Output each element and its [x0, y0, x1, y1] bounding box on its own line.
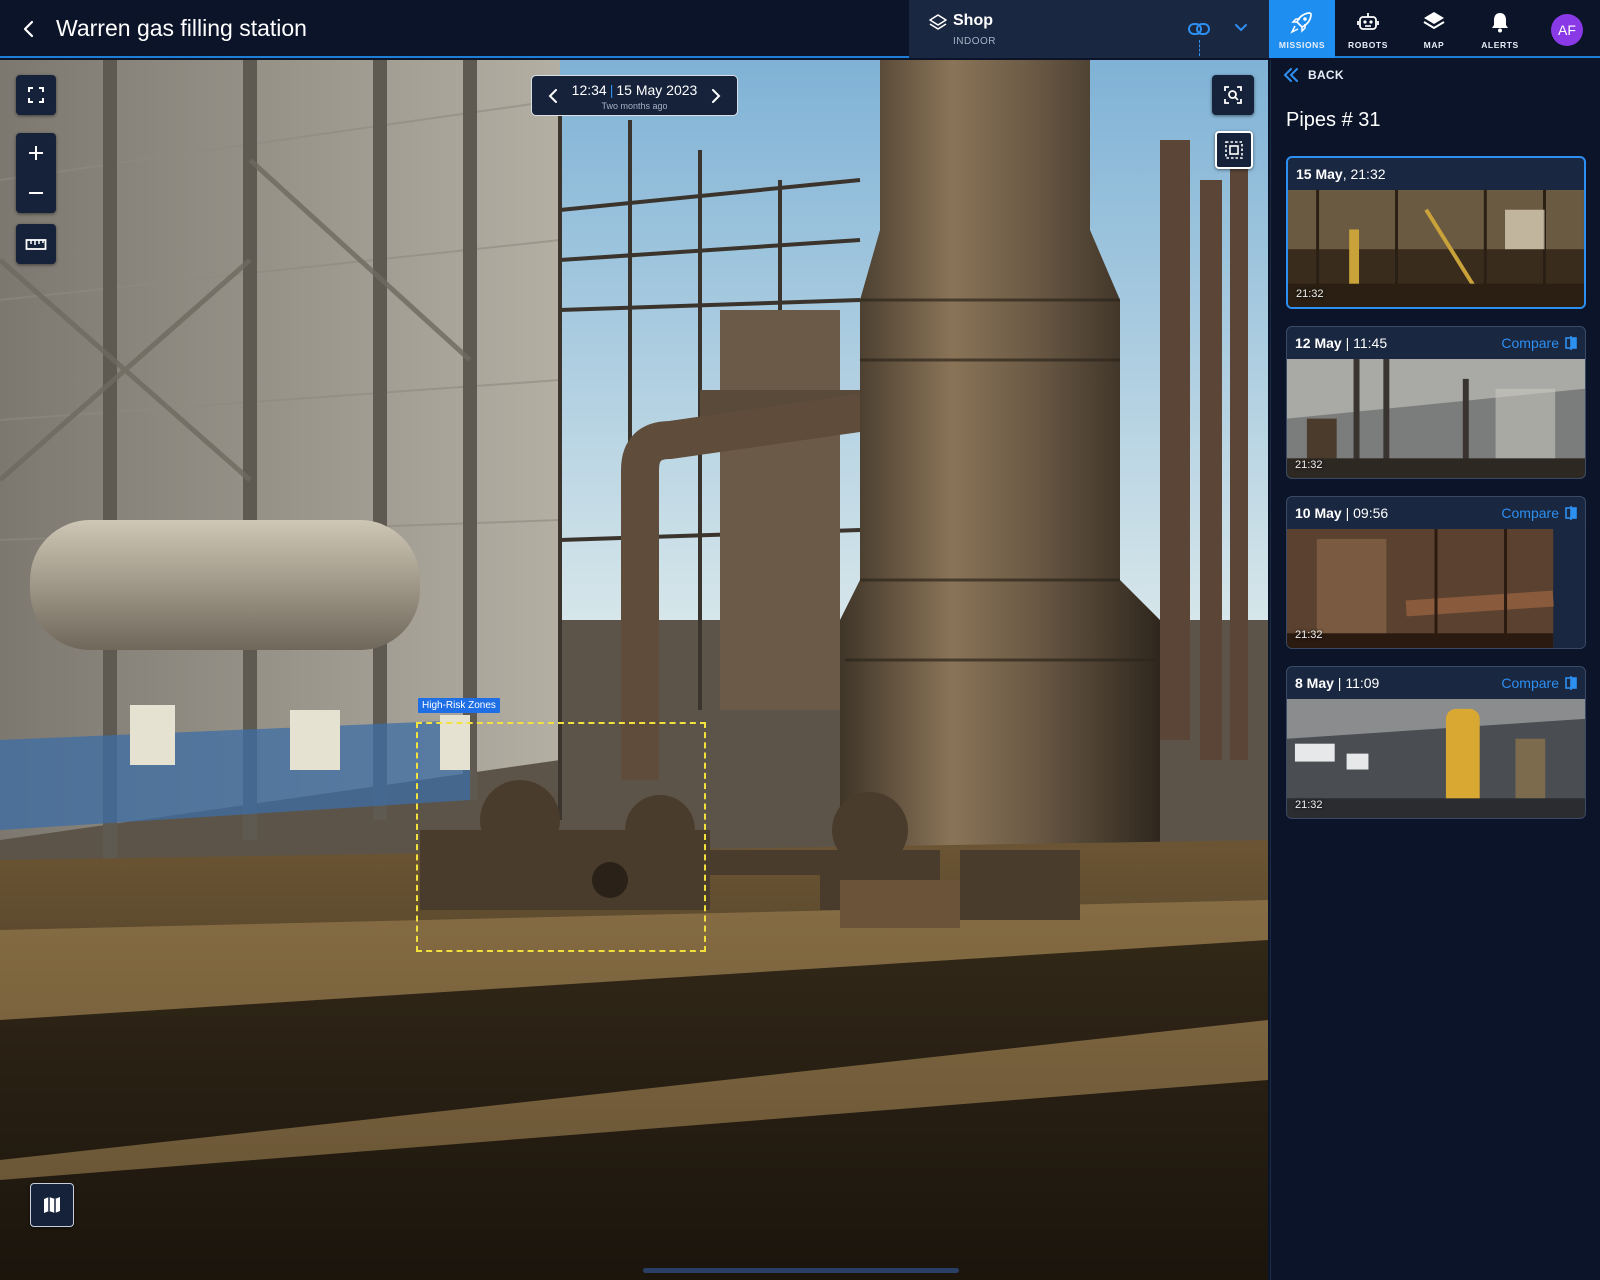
thumbnail-time: 21:32	[1295, 799, 1323, 811]
compare-button[interactable]: Compare	[1501, 675, 1577, 691]
next-capture-button[interactable]	[707, 87, 725, 105]
card-time: 21:32	[1350, 166, 1386, 182]
fullscreen-icon	[28, 87, 44, 103]
back-arrow-button[interactable]	[14, 14, 44, 44]
separator: |	[609, 82, 614, 98]
zoom-out-button[interactable]	[16, 173, 56, 213]
card-date: 12 May	[1295, 335, 1342, 351]
map-icon	[44, 1197, 60, 1213]
main-nav: MISSIONS ROBOTS MAP ALERTS	[1269, 0, 1533, 58]
chevron-left-icon	[23, 20, 34, 38]
capture-date: 15 May 2023	[616, 82, 698, 98]
ruler-icon	[25, 239, 47, 250]
card-date: 15 May	[1296, 166, 1343, 182]
panel-title: Pipes # 31	[1286, 109, 1381, 131]
card-time: 11:45	[1353, 335, 1388, 351]
minus-icon	[29, 192, 43, 194]
avatar[interactable]: AF	[1551, 14, 1583, 46]
layers-icon	[929, 14, 947, 30]
select-area-icon	[1225, 141, 1243, 159]
plus-icon	[29, 146, 43, 160]
nav-label: ALERTS	[1481, 40, 1519, 50]
card-separator: |	[1341, 335, 1354, 351]
rocket-icon	[1290, 12, 1312, 34]
chevron-down-icon[interactable]	[1231, 18, 1251, 38]
nav-label: ROBOTS	[1348, 40, 1388, 50]
nav-robots[interactable]: ROBOTS	[1335, 0, 1401, 58]
high-risk-zone-box[interactable]	[416, 722, 706, 952]
capture-time: 12:34	[571, 82, 607, 98]
nav-label: MAP	[1423, 40, 1445, 50]
panel-back-button[interactable]: BACK	[1283, 68, 1344, 82]
scan-search-icon	[1224, 86, 1242, 104]
card-date: 10 May	[1295, 505, 1342, 521]
horizontal-scrollbar[interactable]	[643, 1268, 959, 1273]
nav-alerts[interactable]: ALERTS	[1467, 0, 1533, 58]
layers-icon	[1423, 12, 1445, 30]
top-bar: Warren gas filling station Shop INDOOR M…	[0, 0, 1600, 58]
zone-label[interactable]: High-Risk Zones	[418, 698, 500, 713]
zoom-controls	[16, 133, 56, 213]
capture-card[interactable]: 10 May | 09:56 Compare 21:32	[1286, 496, 1586, 649]
capture-thumbnail	[1287, 699, 1585, 818]
zoom-in-button[interactable]	[16, 133, 56, 173]
compare-label: Compare	[1501, 675, 1559, 691]
card-separator: |	[1333, 675, 1346, 691]
card-separator: |	[1341, 505, 1354, 521]
capture-thumbnail	[1287, 359, 1585, 478]
timestamp-navigator: 12:34 | 15 May 2023 Two months ago	[531, 75, 738, 116]
factory-photo	[0, 60, 1268, 1280]
compare-icon	[1565, 676, 1577, 690]
back-label: BACK	[1308, 68, 1344, 82]
bell-icon	[1492, 13, 1508, 33]
compare-icon	[1565, 506, 1577, 520]
layer-type: INDOOR	[953, 36, 996, 47]
capture-card[interactable]: 8 May | 11:09 Compare 21:32	[1286, 666, 1586, 819]
capture-card[interactable]: 12 May | 11:45 Compare 21:32	[1286, 326, 1586, 479]
link-connector	[1199, 40, 1201, 56]
fullscreen-button[interactable]	[16, 75, 56, 115]
nav-missions[interactable]: MISSIONS	[1269, 0, 1335, 58]
capture-card[interactable]: 15 May, 21:32 21:32	[1286, 156, 1586, 309]
layer-name: Shop	[953, 12, 993, 29]
thumbnail-time: 21:32	[1296, 288, 1324, 300]
compare-label: Compare	[1501, 505, 1559, 521]
compare-label: Compare	[1501, 335, 1559, 351]
card-header: 15 May, 21:32	[1288, 158, 1584, 190]
measure-button[interactable]	[16, 224, 56, 264]
link-icon[interactable]	[1187, 18, 1211, 40]
nav-map[interactable]: MAP	[1401, 0, 1467, 58]
nav-label: MISSIONS	[1278, 40, 1326, 50]
image-search-button[interactable]	[1212, 75, 1254, 115]
map-toggle-button[interactable]	[30, 1183, 74, 1227]
card-date: 8 May	[1295, 675, 1334, 691]
region-select-button[interactable]	[1215, 131, 1253, 169]
capture-thumbnail	[1288, 190, 1584, 307]
card-time: 11:09	[1345, 675, 1380, 691]
thumbnail-time: 21:32	[1295, 629, 1323, 641]
card-time: 09:56	[1353, 505, 1389, 521]
chevron-right-icon	[712, 89, 721, 103]
double-chevron-left-icon	[1283, 68, 1298, 82]
history-panel: BACK Pipes # 31 15 May, 21:32 21:32 12 M…	[1270, 60, 1600, 1280]
compare-button[interactable]: Compare	[1501, 505, 1577, 521]
image-viewer[interactable]: 12:34 | 15 May 2023 Two months ago High-Ri…	[0, 60, 1268, 1280]
robot-icon	[1357, 13, 1379, 30]
page-title: Warren gas filling station	[56, 15, 307, 41]
thumbnail-time: 21:32	[1295, 459, 1323, 471]
layer-selector[interactable]: Shop INDOOR	[909, 0, 1269, 58]
compare-icon	[1565, 336, 1577, 350]
capture-thumbnail	[1287, 529, 1585, 648]
compare-button[interactable]: Compare	[1501, 335, 1577, 351]
